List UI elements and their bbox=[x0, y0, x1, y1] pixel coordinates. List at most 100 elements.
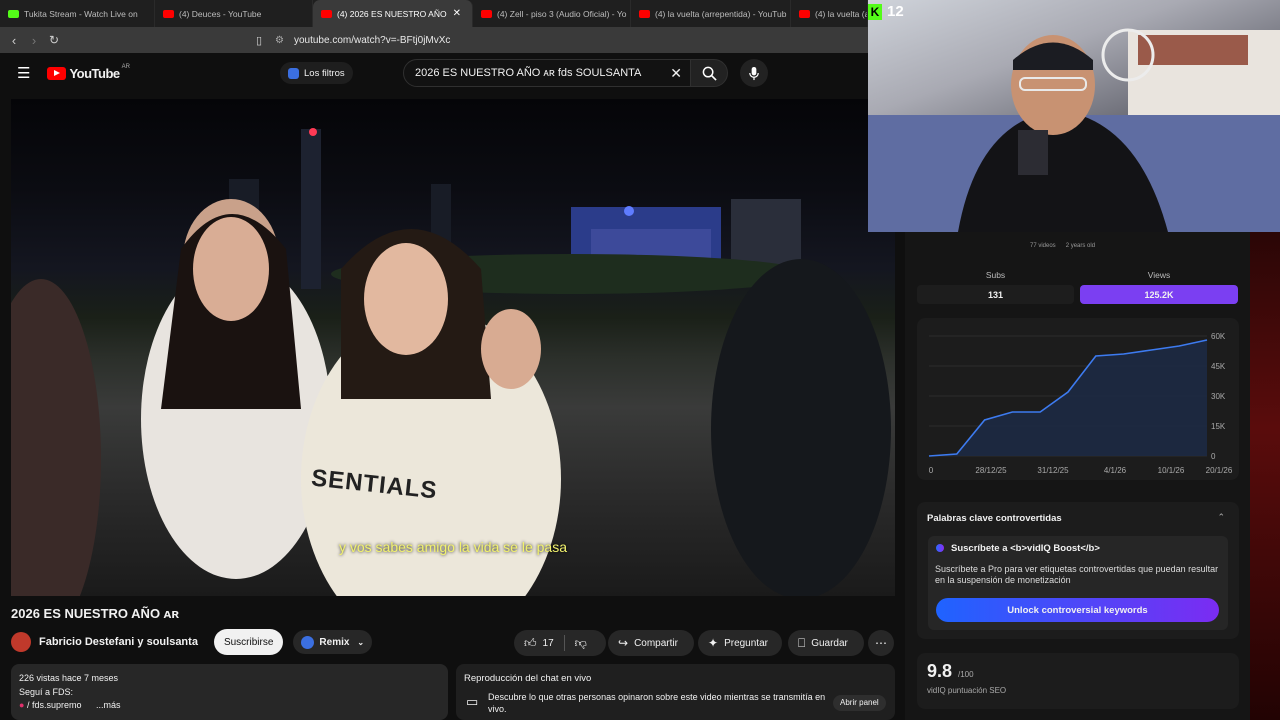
browser-tab-bar: Tukita Stream - Watch Live on (4) Deuces … bbox=[0, 0, 868, 27]
chart-y-tick: 60K bbox=[1211, 332, 1226, 341]
vidiq-icon bbox=[936, 544, 944, 552]
chart-y-tick: 15K bbox=[1211, 422, 1226, 431]
like-button[interactable]: 👍︎ 17 bbox=[524, 636, 554, 651]
kick-logo-icon: K bbox=[868, 4, 882, 20]
forward-icon[interactable]: › bbox=[24, 33, 44, 48]
tab-favicon-icon bbox=[321, 9, 332, 18]
browser-tab[interactable]: (4) la vuelta (arrepentida) - YouTub bbox=[631, 0, 791, 27]
voice-search-button[interactable] bbox=[740, 59, 768, 87]
remix-label: Remix bbox=[319, 636, 350, 648]
channel-age: 2 years old bbox=[1065, 243, 1096, 249]
description-handle-row: ● / fds.supremo ...más bbox=[19, 699, 440, 713]
ask-label: Preguntar bbox=[724, 637, 768, 649]
search-icon bbox=[702, 66, 717, 81]
chat-replay-panel: Reproducción del chat en vivo ▭ Descubre… bbox=[456, 664, 895, 720]
seo-max: /100 bbox=[958, 670, 974, 679]
chart-area bbox=[929, 340, 1207, 456]
tab-favicon-icon bbox=[481, 9, 492, 18]
chat-replay-title: Reproducción del chat en vivo bbox=[464, 673, 592, 684]
like-dislike-group: 👍︎ 17 👎︎ bbox=[514, 630, 606, 656]
channel-name[interactable]: Fabricio Destefani y soulsanta bbox=[39, 636, 198, 648]
back-icon[interactable]: ‹ bbox=[4, 33, 24, 48]
ask-button[interactable]: ✦ Preguntar bbox=[698, 630, 782, 656]
address-bar[interactable]: ⚙ youtube.com/watch?v=-BFtj0jMvXc bbox=[275, 30, 865, 50]
thumb-up-icon: 👍︎ bbox=[524, 635, 537, 650]
channel-avatar[interactable] bbox=[11, 632, 31, 652]
subs-label: Subs bbox=[985, 270, 1006, 280]
chat-icon: ▭ bbox=[466, 694, 479, 709]
collapse-icon[interactable]: ⌃ bbox=[1217, 512, 1225, 523]
video-caption: y vos sabes amigo la vida se le pasa bbox=[338, 539, 567, 555]
microphone-icon bbox=[749, 66, 759, 80]
bookmark-icon[interactable]: ▯ bbox=[249, 34, 269, 47]
subscribe-button[interactable]: Suscribirse bbox=[213, 629, 284, 655]
youtube-logo[interactable]: YouTube AR bbox=[47, 64, 130, 81]
description-line: Seguí a FDS: bbox=[19, 686, 74, 697]
seo-score-card: 9.8 /100 vidIQ puntuación SEO bbox=[917, 653, 1239, 709]
remix-button[interactable]: Remix ⌄ bbox=[293, 630, 373, 654]
site-info-icon[interactable]: ⚙ bbox=[275, 35, 284, 46]
unlock-keywords-button[interactable]: Unlock controversial keywords bbox=[936, 598, 1219, 622]
keywords-title: Palabras clave controvertidas bbox=[927, 513, 1062, 524]
filters-label: Los filtros bbox=[304, 67, 345, 79]
channel-row: Fabricio Destefani y soulsanta Suscribir… bbox=[11, 629, 373, 655]
chart-y-tick: 45K bbox=[1211, 362, 1226, 371]
like-count: 17 bbox=[542, 637, 554, 649]
bookmark-save-icon: ⎕ bbox=[798, 635, 806, 650]
views-label: Views bbox=[1147, 270, 1171, 280]
tab-title: (4) 2026 ES NUESTRO AÑO bbox=[337, 8, 447, 19]
remix-icon bbox=[301, 635, 315, 649]
more-icon: ⋯ bbox=[875, 636, 887, 650]
menu-icon[interactable]: ☰ bbox=[17, 64, 30, 82]
browser-tab[interactable]: (4) 2026 ES NUESTRO AÑO ✕ bbox=[313, 0, 473, 27]
browser-tab[interactable]: (4) Deuces - YouTube bbox=[155, 0, 313, 27]
tab-title: Tukita Stream - Watch Live on bbox=[24, 8, 138, 19]
chart-y-tick: 0 bbox=[1211, 452, 1216, 461]
reload-icon[interactable]: ↻ bbox=[44, 33, 64, 47]
chart-x-tick: 20/1/26 bbox=[1206, 466, 1233, 475]
save-button[interactable]: ⎕ Guardar bbox=[788, 630, 864, 656]
filters-button[interactable]: Los filtros bbox=[280, 62, 353, 84]
browser-tab[interactable]: Tukita Stream - Watch Live on bbox=[0, 0, 155, 27]
tab-favicon-icon bbox=[8, 9, 19, 18]
chart-x-tick: 4/1/26 bbox=[1104, 466, 1127, 475]
views-value[interactable]: 125.2K bbox=[1080, 285, 1238, 304]
sparkle-icon: ✦ bbox=[708, 636, 719, 650]
share-label: Compartir bbox=[634, 637, 678, 649]
tab-favicon-icon bbox=[639, 9, 650, 18]
more-link[interactable]: ...más bbox=[96, 700, 121, 710]
browser-tab[interactable]: (4) Zell - piso 3 (Audio Oficial) - Yo bbox=[473, 0, 631, 27]
open-panel-button[interactable]: Abrir panel bbox=[833, 695, 886, 711]
seo-label: vidIQ puntuación SEO bbox=[927, 686, 1007, 695]
chevron-down-icon: ⌄ bbox=[357, 637, 365, 647]
chart-x-tick: 28/12/25 bbox=[975, 466, 1007, 475]
tab-title: (4) Deuces - YouTube bbox=[179, 8, 262, 19]
chart-x-tick: 31/12/25 bbox=[1037, 466, 1069, 475]
handle-link[interactable]: / fds.supremo bbox=[27, 700, 82, 710]
close-tab-icon[interactable]: ✕ bbox=[453, 8, 461, 19]
webcam-scene bbox=[868, 28, 1280, 232]
viewer-count: 12 bbox=[887, 3, 904, 20]
more-actions-button[interactable]: ⋯ bbox=[868, 630, 894, 656]
logo-text: YouTube bbox=[69, 65, 120, 81]
tab-title: (4) la vuelta (a bbox=[815, 8, 868, 19]
clear-search-icon[interactable]: ✕ bbox=[670, 65, 682, 82]
video-player[interactable]: SENTIALS y vos sabes amigo la vida se le… bbox=[11, 99, 895, 596]
divider bbox=[563, 635, 565, 651]
url-text: youtube.com/watch?v=-BFtj0jMvXc bbox=[293, 34, 451, 46]
description-box[interactable]: 226 vistas hace 7 meses Seguí a FDS: ● /… bbox=[11, 664, 448, 720]
seo-score: 9.8 bbox=[927, 661, 953, 681]
chat-replay-text: Descubre lo que otras personas opinaron … bbox=[488, 692, 826, 714]
save-label: Guardar bbox=[811, 637, 848, 649]
share-button[interactable]: ↪ Compartir bbox=[608, 630, 694, 656]
chart-y-tick: 30K bbox=[1211, 392, 1226, 401]
search-text: 2026 ES NUESTRO AÑO ᴀʀ fds SOULSANTA bbox=[415, 67, 642, 79]
browser-tab[interactable]: (4) la vuelta (a bbox=[791, 0, 868, 27]
thumb-down-icon[interactable]: 👎︎ bbox=[575, 636, 587, 651]
tab-title: (4) la vuelta (arrepentida) - YouTub bbox=[655, 8, 787, 19]
search-input[interactable]: 2026 ES NUESTRO AÑO ᴀʀ fds SOULSANTA ✕ bbox=[403, 59, 691, 87]
search-button[interactable] bbox=[690, 59, 728, 87]
videos-count: 77 videos bbox=[1030, 243, 1056, 249]
subs-value[interactable]: 131 bbox=[917, 285, 1074, 304]
right-edge-background bbox=[1250, 232, 1280, 720]
